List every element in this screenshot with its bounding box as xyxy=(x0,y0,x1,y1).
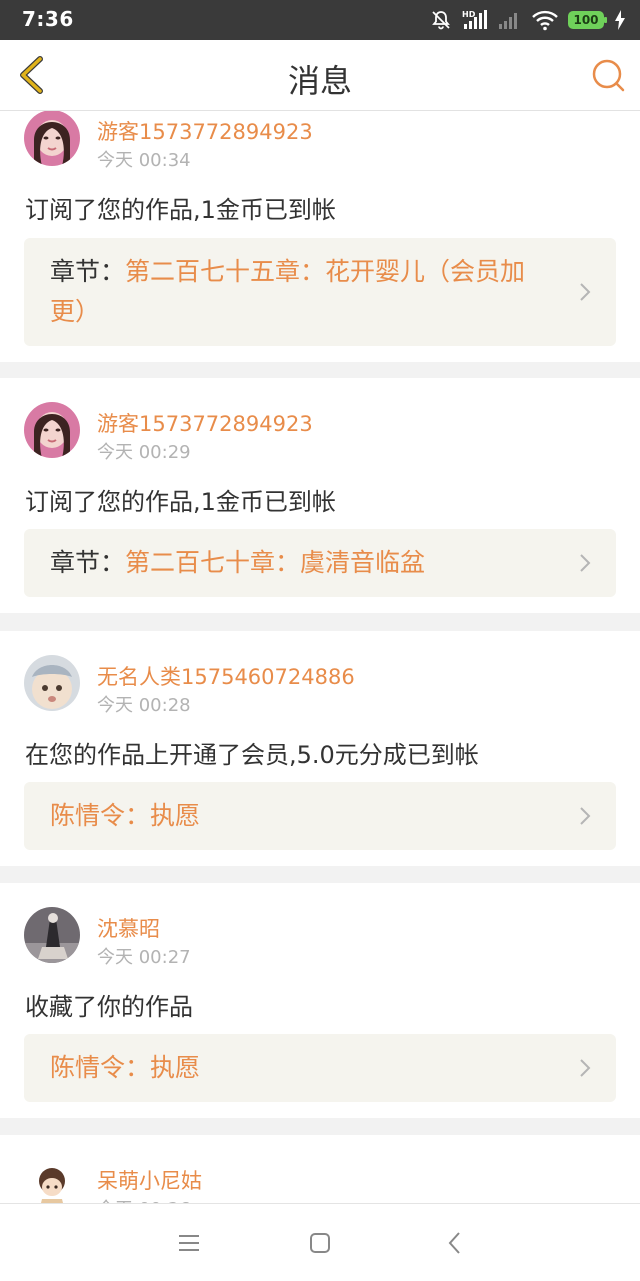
battery-icon: 100 xyxy=(568,11,607,29)
message-content: 订阅了您的作品,1金币已到帐 xyxy=(25,488,336,516)
username[interactable]: 游客1573772894923 xyxy=(97,116,313,146)
search-button[interactable] xyxy=(590,57,626,93)
chevron-right-icon xyxy=(580,554,591,572)
message-list[interactable]: 游客1573772894923 今天 00:34 订阅了您的作品,1金币已到帐 … xyxy=(0,110,640,1203)
avatar[interactable] xyxy=(24,907,80,963)
status-icons: HD 100 xyxy=(430,0,626,40)
chapter-link[interactable]: 章节：第二百七十章：虞清音临盆 xyxy=(24,529,616,597)
message-item: 沈慕昭 今天 00:27 收藏了你的作品 陈情令：执愿 xyxy=(0,883,640,1118)
message-item: 无名人类1575460724886 今天 00:28 在您的作品上开通了会员,5… xyxy=(0,631,640,866)
status-bar: 7:36 HD 100 xyxy=(0,0,640,40)
battery-level: 100 xyxy=(573,13,599,27)
work-link[interactable]: 陈情令：执愿 xyxy=(24,1034,616,1102)
message-content: 在您的作品上开通了会员,5.0元分成已到帐 xyxy=(25,741,479,769)
chevron-right-icon xyxy=(580,1059,591,1077)
search-icon xyxy=(592,59,625,92)
username[interactable]: 沈慕昭 xyxy=(97,913,160,943)
message-item: 游客1573772894923 今天 00:34 订阅了您的作品,1金币已到帐 … xyxy=(0,110,640,362)
timestamp: 今天 00:29 xyxy=(97,442,191,463)
message-item: 游客1573772894923 今天 00:29 订阅了您的作品,1金币已到帐 … xyxy=(0,378,640,613)
username[interactable]: 无名人类1575460724886 xyxy=(97,661,355,691)
signal-hd-icon: HD xyxy=(462,10,487,29)
signal-weak-icon xyxy=(499,13,517,29)
message-content: 订阅了您的作品,1金币已到帐 xyxy=(25,196,336,224)
chevron-right-icon xyxy=(580,283,591,301)
avatar[interactable] xyxy=(24,1159,80,1203)
username[interactable]: 呆萌小尼姑 xyxy=(97,1165,202,1195)
work-link[interactable]: 陈情令：执愿 xyxy=(24,782,616,850)
menu-icon xyxy=(179,1235,199,1251)
timestamp: 今天 00:26 xyxy=(97,1195,191,1203)
wifi-icon xyxy=(532,10,558,31)
ref-prefix: 章节： xyxy=(50,548,126,577)
avatar[interactable] xyxy=(24,655,80,711)
ref-prefix: 章节： xyxy=(50,257,126,286)
ref-title: 陈情令：执愿 xyxy=(50,1053,201,1082)
page-title: 消息 xyxy=(287,62,352,100)
home-button[interactable] xyxy=(307,1230,333,1256)
timestamp: 今天 00:27 xyxy=(97,947,191,968)
avatar[interactable] xyxy=(24,402,80,458)
chapter-link[interactable]: 章节：第二百七十五章：花开婴儿（会员加更） xyxy=(24,238,616,346)
ref-title: 陈情令：执愿 xyxy=(50,801,201,830)
username[interactable]: 游客1573772894923 xyxy=(97,408,313,438)
menu-button[interactable] xyxy=(176,1230,202,1256)
avatar[interactable] xyxy=(24,110,80,166)
message-item: 呆萌小尼姑 今天 00:26 xyxy=(0,1135,640,1203)
square-icon xyxy=(310,1233,330,1253)
chevron-right-icon xyxy=(580,807,591,825)
svg-text:HD: HD xyxy=(462,10,476,19)
ref-title: 第二百七十章：虞清音临盆 xyxy=(125,548,426,577)
header: 消息 xyxy=(0,40,640,111)
charging-icon xyxy=(615,10,625,30)
timestamp: 今天 00:34 xyxy=(97,150,191,171)
timestamp: 今天 00:28 xyxy=(97,695,191,716)
message-content: 收藏了你的作品 xyxy=(25,993,193,1021)
system-nav-bar xyxy=(0,1203,640,1281)
mute-bell-icon xyxy=(432,11,450,30)
status-time: 7:36 xyxy=(22,7,74,31)
nav-back-button[interactable] xyxy=(442,1230,468,1256)
back-icon xyxy=(448,1232,460,1254)
